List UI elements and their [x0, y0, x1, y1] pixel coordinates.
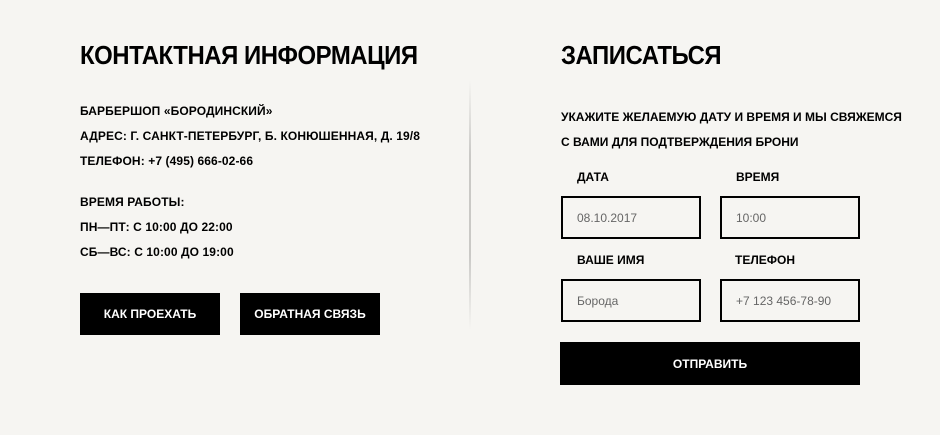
time-label: ВРЕМЯ [736, 170, 780, 184]
phone-label: ТЕЛЕФОН [735, 253, 795, 267]
name-input[interactable] [561, 279, 701, 322]
booking-description-line2: С ВАМИ ДЛЯ ПОДТВЕРЖДЕНИЯ БРОНИ [561, 135, 799, 149]
time-input[interactable] [720, 196, 860, 239]
hours-weekend: СБ—ВС: С 10:00 ДО 19:00 [80, 245, 234, 259]
booking-title: ЗАПИСАТЬСЯ [561, 40, 722, 70]
directions-button[interactable]: КАК ПРОЕХАТЬ [80, 293, 220, 335]
booking-description-line1: УКАЖИТЕ ЖЕЛАЕМУЮ ДАТУ И ВРЕМЯ И МЫ СВЯЖЕ… [561, 110, 902, 124]
date-input[interactable] [561, 196, 701, 239]
contacts-title: КОНТАКТНАЯ ИНФОРМАЦИЯ [80, 40, 418, 70]
date-label: ДАТА [577, 170, 609, 184]
shop-address: АДРЕС: Г. САНКТ-ПЕТЕРБУРГ, Б. КОНЮШЕННАЯ… [80, 129, 420, 143]
submit-button[interactable]: ОТПРАВИТЬ [560, 342, 860, 385]
phone-input[interactable] [720, 279, 860, 322]
shop-name: БАРБЕРШОП «БОРОДИНСКИЙ» [80, 104, 273, 118]
hours-title: ВРЕМЯ РАБОТЫ: [80, 195, 185, 209]
feedback-button[interactable]: ОБРАТНАЯ СВЯЗЬ [240, 293, 380, 335]
section-divider [469, 80, 471, 330]
shop-phone: ТЕЛЕФОН: +7 (495) 666-02-66 [80, 154, 254, 168]
name-label: ВАШЕ ИМЯ [577, 253, 645, 267]
hours-weekdays: ПН—ПТ: С 10:00 ДО 22:00 [80, 220, 233, 234]
